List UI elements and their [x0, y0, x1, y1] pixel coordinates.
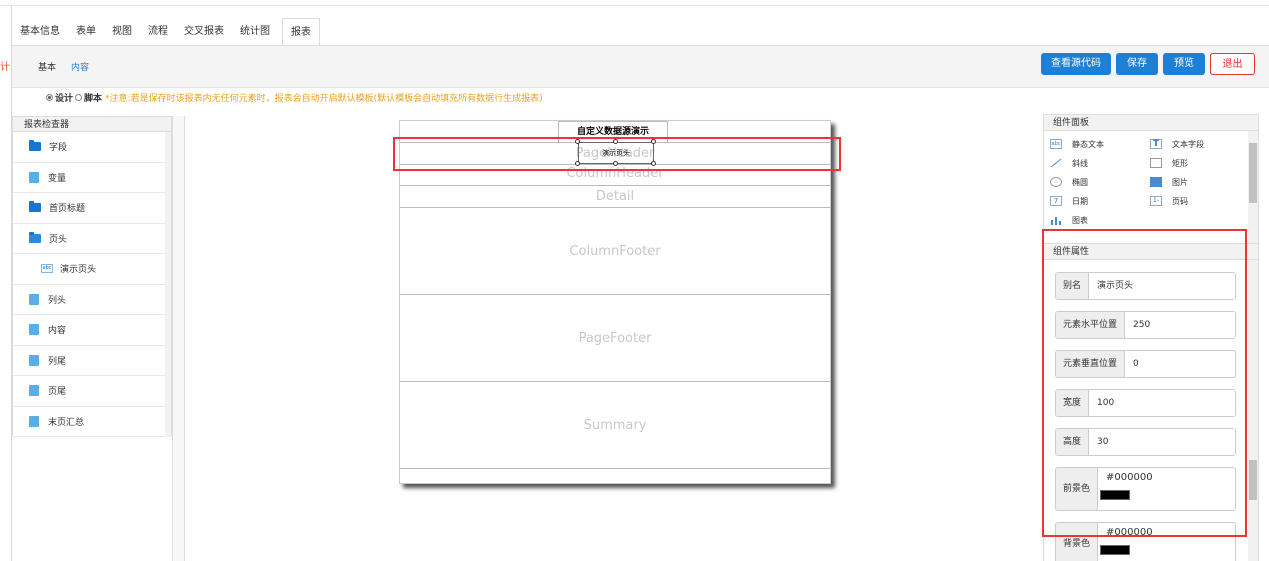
properties-scrollbar[interactable]: [1248, 260, 1258, 561]
script-label: 脚本: [84, 94, 103, 104]
component-date[interactable]: 7 日期: [1050, 192, 1150, 210]
inspector-title: 报表检查器: [12, 116, 172, 132]
design-label: 设计: [55, 94, 74, 104]
component-rectangle[interactable]: 矩形: [1150, 154, 1240, 172]
text-field-icon: T: [1150, 139, 1162, 149]
inspector-scrollbar[interactable]: [165, 132, 171, 437]
view-source-button[interactable]: 查看源代码: [1041, 53, 1111, 75]
component-chart[interactable]: 图表: [1050, 211, 1150, 229]
subtab-content[interactable]: 内容: [71, 60, 89, 73]
tree-item-label: 变量: [48, 173, 67, 184]
file-icon: [29, 385, 39, 397]
band-column-footer[interactable]: ColumnFooter: [400, 208, 830, 295]
script-radio[interactable]: [75, 94, 83, 101]
tree-item-column-footer[interactable]: 列尾: [13, 345, 171, 376]
band-summary[interactable]: Summary: [400, 382, 830, 469]
tree-item-variable[interactable]: 变量: [13, 162, 171, 193]
folder-icon: [29, 201, 41, 213]
save-button[interactable]: 保存: [1116, 53, 1158, 75]
report-canvas: PageHeader ColumnHeader Detail ColumnFoo…: [399, 120, 831, 484]
band-page-footer[interactable]: PageFooter: [400, 295, 830, 382]
tab-report[interactable]: 报表: [282, 18, 320, 46]
exit-button[interactable]: 退出: [1210, 53, 1255, 75]
tab-cross-report[interactable]: 交叉报表: [176, 18, 232, 46]
file-icon: [29, 415, 39, 427]
tree-item-label: 列头: [48, 295, 67, 306]
tree-item-title[interactable]: 首页标题: [13, 193, 171, 224]
scrollbar-thumb[interactable]: [1249, 460, 1257, 500]
inspector-tree: 字段 变量 首页标题 页头 abc 演示页头 列头 内容 列尾 页尾 末页汇总: [12, 132, 172, 437]
tab-form[interactable]: 表单: [68, 18, 104, 46]
file-icon: [29, 171, 39, 183]
mode-row: 设计 脚本 *注意:若是保存时该报表内无任何元素时，报表会自动开启默认模板(默认…: [46, 91, 543, 104]
report-inspector: 报表检查器 字段 变量 首页标题 页头 abc 演示页头 列头 内容 列尾 页尾…: [12, 116, 173, 561]
tree-item-label: 页尾: [48, 387, 67, 398]
warning-text: *注意:若是保存时该报表内无任何元素时，报表会自动开启默认模板(默认模板会自动填…: [105, 94, 543, 104]
line-icon: [1050, 158, 1062, 168]
ellipse-icon: [1050, 177, 1062, 187]
tab-flow[interactable]: 流程: [140, 18, 176, 46]
component-page-number[interactable]: 1- 页码: [1150, 192, 1240, 210]
scrollbar-thumb[interactable]: [1249, 143, 1257, 203]
tree-item-summary[interactable]: 末页汇总: [13, 406, 171, 437]
file-icon: [29, 324, 39, 336]
component-ellipse[interactable]: 椭圆: [1050, 173, 1150, 191]
bg-color-swatch[interactable]: [1100, 545, 1131, 555]
tree-item-field[interactable]: 字段: [13, 132, 171, 163]
design-radio[interactable]: [46, 94, 53, 101]
image-icon: [1150, 177, 1162, 187]
component-text-field[interactable]: T 文本字段: [1150, 135, 1240, 153]
subtab-basic[interactable]: 基本: [38, 60, 56, 73]
component-palette: abc 静态文本 T 文本字段 斜线 矩形 椭圆 图片 7 日期 1- 页码 图表: [1043, 131, 1259, 243]
folder-open-icon: [29, 231, 41, 243]
band-detail[interactable]: Detail: [400, 186, 830, 208]
highlight-box: [393, 137, 841, 171]
tree-item-label: 演示页头: [60, 265, 97, 276]
tab-statistics-chart[interactable]: 统计图: [232, 18, 278, 46]
tree-item-label: 字段: [49, 143, 68, 154]
tree-item-label: 页头: [49, 234, 68, 245]
palette-scrollbar[interactable]: [1248, 131, 1258, 243]
tab-basic-info[interactable]: 基本信息: [12, 18, 68, 46]
tree-item-label: 列尾: [48, 356, 67, 367]
main-tabs: 基本信息 表单 视图 流程 交叉报表 统计图 报表: [12, 18, 320, 46]
text-element-icon: abc: [41, 264, 53, 274]
component-static-text[interactable]: abc 静态文本: [1050, 135, 1150, 153]
canvas-gutter: [173, 116, 185, 561]
tree-item-label: 首页标题: [49, 204, 86, 215]
tree-item-column-header[interactable]: 列头: [13, 284, 171, 315]
left-sidebar-edge: [0, 6, 12, 561]
properties-highlight-box: [1042, 229, 1247, 537]
page-number-icon: 1-: [1150, 196, 1162, 206]
tree-item-page-footer[interactable]: 页尾: [13, 376, 171, 407]
tree-item-label: 末页汇总: [48, 417, 85, 428]
file-icon: [29, 293, 39, 305]
tab-view[interactable]: 视图: [104, 18, 140, 46]
tree-item-label: 内容: [48, 326, 67, 337]
component-line[interactable]: 斜线: [1050, 154, 1150, 172]
component-panel-title: 组件面板: [1043, 114, 1259, 131]
preview-button[interactable]: 预览: [1163, 53, 1205, 75]
tree-item-page-header[interactable]: 页头: [13, 223, 171, 254]
left-red-mark: 计: [0, 62, 10, 73]
folder-icon: [29, 140, 41, 152]
component-image[interactable]: 图片: [1150, 173, 1240, 191]
abc-icon: abc: [1050, 139, 1062, 149]
file-icon: [29, 354, 39, 366]
tree-item-demo-header[interactable]: abc 演示页头: [13, 254, 171, 285]
date-icon: 7: [1050, 196, 1062, 206]
chart-icon: [1050, 215, 1062, 225]
tree-item-detail[interactable]: 内容: [13, 315, 171, 346]
rectangle-icon: [1150, 158, 1162, 168]
top-strip: [0, 0, 1269, 6]
